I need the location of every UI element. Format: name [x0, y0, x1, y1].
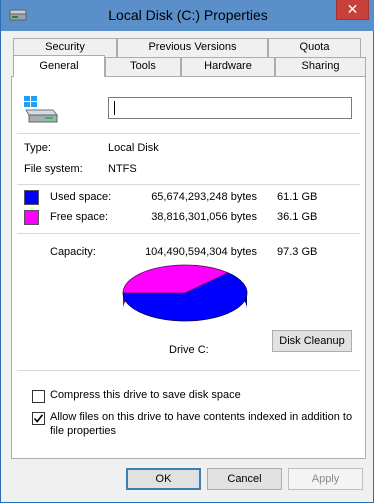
tab-tools[interactable]: Tools: [105, 57, 181, 76]
file-system-label: File system:: [24, 163, 83, 175]
drive-name-input[interactable]: [108, 97, 352, 119]
tab-sharing[interactable]: Sharing: [275, 57, 366, 76]
dialog-body: Security Previous Versions Quota General…: [6, 31, 370, 498]
free-space-bytes: 38,816,301,056 bytes: [151, 211, 257, 223]
title-bar[interactable]: Local Disk (C:) Properties ✕: [1, 0, 374, 31]
separator: [17, 184, 360, 185]
tab-previous-versions[interactable]: Previous Versions: [117, 38, 268, 57]
close-button[interactable]: ✕: [336, 0, 369, 20]
compress-label[interactable]: Compress this drive to save disk space: [50, 389, 241, 401]
compress-checkbox[interactable]: [32, 390, 45, 403]
properties-window: Local Disk (C:) Properties ✕ Security Pr…: [0, 0, 374, 503]
file-system-value: NTFS: [108, 163, 137, 175]
type-value: Local Disk: [108, 142, 159, 154]
index-label-line1[interactable]: Allow files on this drive to have conten…: [50, 411, 352, 423]
disk-usage-pie: [122, 264, 248, 322]
index-checkbox[interactable]: [32, 412, 45, 425]
tab-general[interactable]: General: [13, 55, 105, 77]
type-label: Type:: [24, 142, 51, 154]
ok-button[interactable]: OK: [126, 468, 201, 490]
index-label-line2[interactable]: file properties: [50, 425, 116, 437]
text-caret: [114, 101, 115, 115]
used-space-size: 61.1 GB: [277, 191, 318, 203]
separator: [17, 370, 360, 371]
capacity-size: 97.3 GB: [277, 246, 318, 258]
capacity-bytes: 104,490,594,304 bytes: [145, 246, 257, 258]
tab-quota[interactable]: Quota: [268, 38, 361, 57]
apply-button[interactable]: Apply: [288, 468, 363, 490]
cancel-button[interactable]: Cancel: [207, 468, 282, 490]
drive-label: Drive C:: [169, 344, 209, 356]
separator: [17, 133, 360, 134]
capacity-label: Capacity:: [50, 246, 96, 258]
free-space-swatch: [24, 210, 39, 225]
used-space-swatch: [24, 190, 39, 205]
active-tab-joiner: [14, 76, 104, 78]
disk-cleanup-button[interactable]: Disk Cleanup: [272, 330, 352, 352]
free-space-label: Free space:: [50, 211, 109, 223]
checkmark-icon: [33, 414, 44, 423]
used-space-bytes: 65,674,293,248 bytes: [151, 191, 257, 203]
general-tab-panel: Type: Local Disk File system: NTFS Used …: [11, 76, 366, 459]
used-space-label: Used space:: [50, 191, 112, 203]
separator: [17, 233, 360, 234]
drive-large-icon: [24, 96, 59, 123]
tab-hardware[interactable]: Hardware: [181, 57, 275, 76]
free-space-size: 36.1 GB: [277, 211, 318, 223]
window-title: Local Disk (C:) Properties: [108, 7, 268, 23]
